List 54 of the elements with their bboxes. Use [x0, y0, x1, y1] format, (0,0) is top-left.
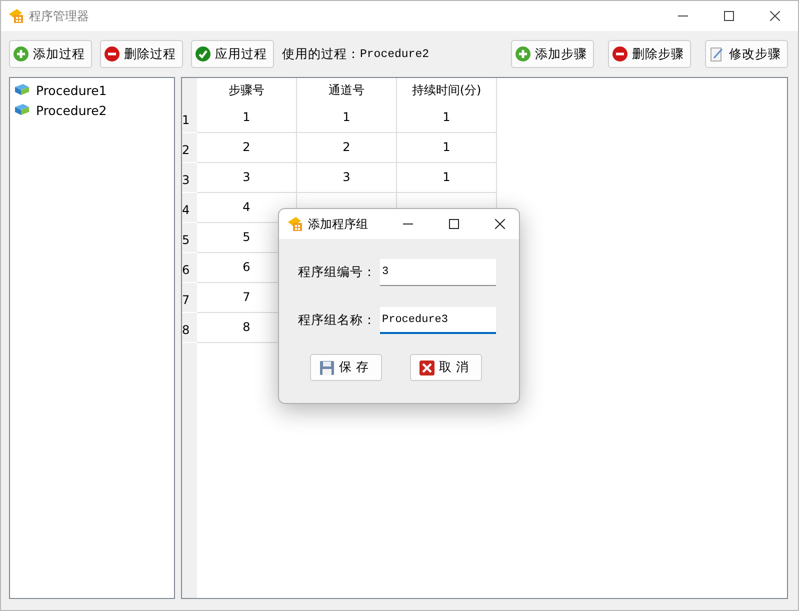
row-header: 3	[182, 163, 197, 192]
close-icon[interactable]	[770, 11, 780, 21]
window-title: 程序管理器	[29, 8, 89, 24]
check-icon	[195, 46, 211, 62]
app-icon	[287, 216, 303, 232]
notepad-icon	[709, 46, 725, 62]
maximize-icon[interactable]	[449, 219, 459, 229]
input-field[interactable]: Procedure3	[380, 307, 496, 334]
table-cell: 1	[397, 163, 497, 193]
table-cell: 1	[397, 103, 497, 133]
row-header: 6	[182, 253, 197, 282]
table-cell: 3	[197, 163, 297, 193]
toolbar-button[interactable]: 添加过程	[9, 40, 92, 68]
app-icon	[8, 8, 24, 24]
row-header: 7	[182, 283, 197, 312]
row-header: 4	[182, 193, 197, 222]
plus-icon	[515, 46, 531, 62]
toolbar-button[interactable]: 修改步骤	[705, 40, 788, 68]
field-label: 程序组名称：	[298, 312, 377, 329]
column-header: 通道号	[297, 78, 397, 103]
dialog-button[interactable]: 保 存	[310, 354, 382, 381]
row-header: 2	[182, 133, 197, 162]
table-cell: 2	[297, 133, 397, 163]
row-header: 5	[182, 223, 197, 252]
book-icon	[14, 103, 30, 117]
column-header: 步骤号	[197, 78, 297, 103]
procedure-item[interactable]: Procedure2	[10, 100, 174, 120]
toolbar-button[interactable]: 删除过程	[100, 40, 183, 68]
toolbar-button[interactable]: 添加步骤	[511, 40, 594, 68]
field-label: 程序组编号：	[298, 264, 377, 281]
current-procedure-label: 使用的过程：	[282, 46, 360, 62]
column-header: 持续时间(分)	[397, 78, 497, 103]
table-cell: 1	[297, 103, 397, 133]
current-procedure-value: Procedure2	[360, 48, 430, 60]
row-header: 8	[182, 313, 197, 342]
minus-icon	[104, 46, 120, 62]
table-cell: 1	[397, 133, 497, 163]
table-cell: 1	[197, 103, 297, 133]
book-icon	[14, 83, 30, 97]
cross-icon	[419, 360, 435, 376]
toolbar-button[interactable]: 删除步骤	[608, 40, 691, 68]
procedure-item[interactable]: Procedure1	[10, 80, 174, 100]
input-field[interactable]: 3	[380, 259, 496, 286]
table-cell: 2	[197, 133, 297, 163]
maximize-icon[interactable]	[724, 11, 734, 21]
table-corner	[182, 78, 197, 103]
row-header: 1	[182, 103, 197, 132]
toolbar-button[interactable]: 应用过程	[191, 40, 274, 68]
dialog-title: 添加程序组	[308, 216, 368, 232]
dialog-button[interactable]: 取 消	[410, 354, 482, 381]
close-icon[interactable]	[495, 219, 505, 229]
plus-icon	[13, 46, 29, 62]
table-cell: 3	[297, 163, 397, 193]
minus-icon	[612, 46, 628, 62]
